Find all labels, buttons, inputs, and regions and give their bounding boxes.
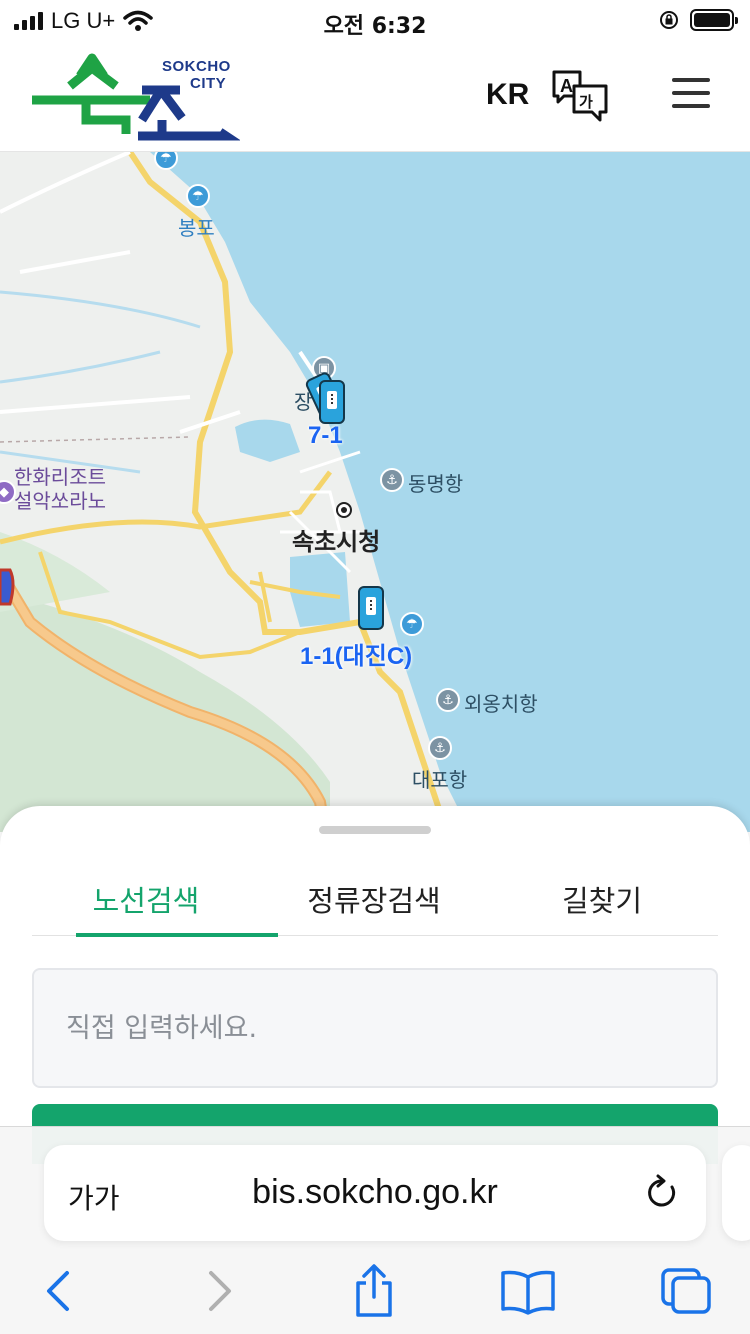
map-label-oeongchi: 외옹치항	[464, 694, 538, 716]
next-tab-address-bar[interactable]	[722, 1145, 750, 1241]
translate-icon[interactable]: A 가	[550, 68, 610, 124]
svg-text:A: A	[560, 76, 573, 96]
route-label-1-1[interactable]: 1-1(대진C)	[300, 636, 412, 671]
browser-toolbar	[0, 1263, 750, 1323]
share-icon[interactable]	[344, 1263, 404, 1319]
map-label-daepo: 대포항	[412, 770, 468, 792]
bookmarks-icon[interactable]	[498, 1263, 558, 1319]
tab-stop-search[interactable]: 정류장검색	[260, 860, 488, 935]
tab-directions[interactable]: 길찾기	[488, 860, 716, 935]
port-poi-icon[interactable]: ⚓	[436, 688, 460, 712]
hamburger-menu-icon[interactable]	[672, 78, 714, 112]
map-label-resort: 한화리조트 설악쏘라노	[14, 466, 106, 514]
route-label-7-1[interactable]: 7-1	[308, 422, 343, 450]
tab-route-search[interactable]: 노선검색	[32, 860, 278, 937]
status-bar: LG U+ 오전 6:32	[0, 0, 750, 40]
logo-text-sokcho: SOKCHO	[162, 58, 231, 75]
beach-poi-icon[interactable]: ☂	[400, 612, 424, 636]
rotation-lock-icon	[660, 11, 678, 29]
map-canvas[interactable]	[0, 152, 750, 832]
site-header: SOKCHO CITY KR A 가	[0, 40, 750, 152]
resort-line-1: 한화리조트	[14, 467, 106, 489]
clock: 오전 6:32	[323, 14, 427, 39]
bus-marker[interactable]	[358, 586, 384, 630]
sokcho-city-logo[interactable]: SOKCHO CITY	[30, 48, 241, 148]
resort-line-2: 설악쏘라노	[14, 491, 106, 513]
logo-english: SOKCHO CITY	[162, 58, 231, 92]
map-label-dongmyeong: 동명항	[408, 474, 464, 496]
port-poi-icon[interactable]: ⚓	[380, 468, 404, 492]
search-field-container	[32, 968, 718, 1088]
svg-text:가: 가	[579, 93, 593, 111]
city-hall-marker-icon	[336, 502, 352, 518]
logo-text-city: CITY	[190, 75, 227, 92]
language-label[interactable]: KR	[486, 78, 529, 112]
bus-map[interactable]: ☂ ☂ 봉포 ◆ 한화리조트 설악쏘라노 ▣ 장 7-1 ⚓ 동명항 속초시청 …	[0, 152, 750, 832]
bus-marker[interactable]	[319, 380, 345, 424]
battery-icon	[690, 9, 738, 31]
reload-icon[interactable]	[644, 1173, 680, 1211]
search-tabs: 노선검색 정류장검색 길찾기	[32, 860, 718, 937]
forward-icon[interactable]	[190, 1263, 250, 1319]
back-icon[interactable]	[28, 1263, 88, 1319]
beach-poi-icon[interactable]: ☂	[186, 184, 210, 208]
map-label-bongpo: 봉포	[178, 218, 215, 240]
tabs-icon[interactable]	[656, 1263, 716, 1319]
status-right	[658, 9, 738, 31]
map-label-city-hall: 속초시청	[292, 529, 381, 556]
sheet-drag-handle[interactable]	[319, 826, 431, 834]
port-poi-icon[interactable]: ⚓	[428, 736, 452, 760]
url-text[interactable]: bis.sokcho.go.kr	[44, 1173, 706, 1212]
route-search-input[interactable]	[34, 970, 716, 1086]
browser-bottom-bar: 가가 bis.sokcho.go.kr	[0, 1126, 750, 1334]
address-bar[interactable]: 가가 bis.sokcho.go.kr	[44, 1145, 706, 1241]
search-bottom-sheet: 노선검색 정류장검색 길찾기	[0, 806, 750, 1164]
